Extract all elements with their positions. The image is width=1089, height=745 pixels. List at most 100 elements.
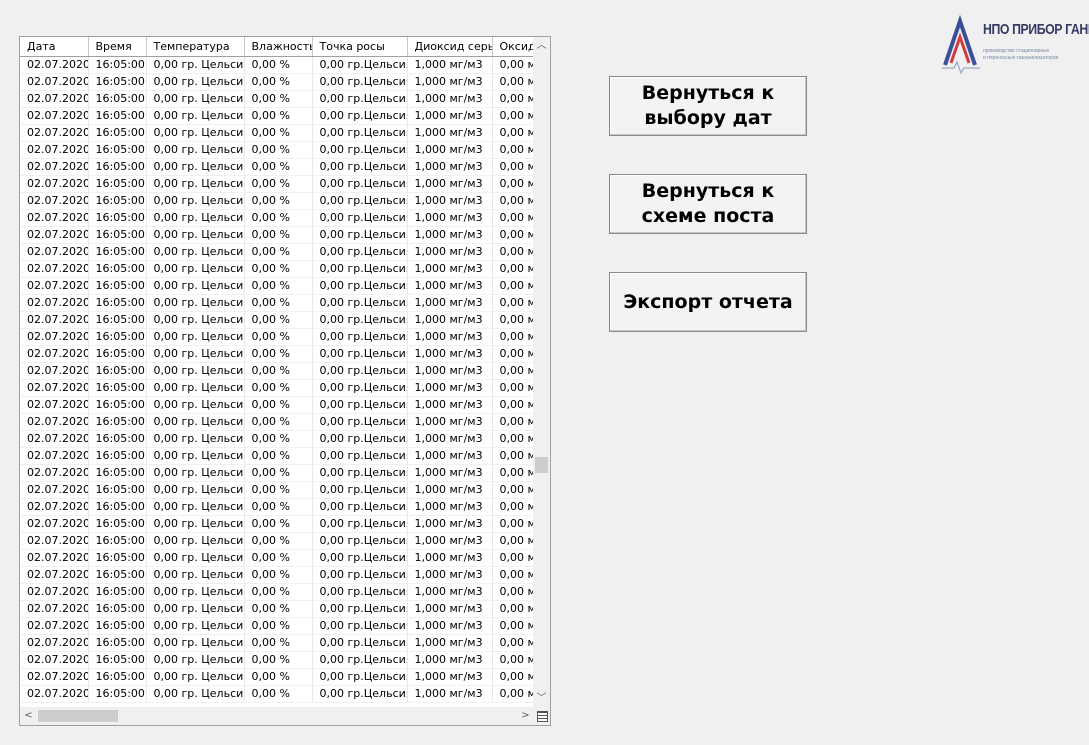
cell-oxide: 0,00 мг: [492, 175, 534, 193]
chevron-left-icon[interactable]: <: [20, 707, 37, 725]
cell-humidity: 0,00 %: [244, 532, 313, 550]
chevron-down-icon[interactable]: ﹀: [533, 690, 550, 707]
table-row[interactable]: 02.07.2020 16:05:00 0,00 гр. Цельсия 0,00 %…: [20, 141, 534, 159]
table-row[interactable]: 02.07.2020 16:05:00 0,00 гр. Цельсия 0,00 %…: [20, 277, 534, 295]
table-row[interactable]: 02.07.2020 16:05:00 0,00 гр. Цельсия 0,00 %…: [20, 294, 534, 312]
table-row[interactable]: 02.07.2020 16:05:00 0,00 гр. Цельсия 0,00 %…: [20, 498, 534, 516]
cell-dew-point: 0,00 гр.Цельсия: [312, 651, 408, 669]
logo-subtitle-line1: производство стационарных: [983, 48, 1050, 54]
table-row[interactable]: 02.07.2020 16:05:00 0,00 гр. Цельсия 0,00 %…: [20, 175, 534, 193]
table-row[interactable]: 02.07.2020 16:05:00 0,00 гр. Цельсия 0,00 %…: [20, 413, 534, 431]
table-row[interactable]: 02.07.2020 16:05:00 0,00 гр. Цельсия 0,00 %…: [20, 515, 534, 533]
table-row[interactable]: 02.07.2020 16:05:00 0,00 гр. Цельсия 0,00 %…: [20, 362, 534, 380]
table-row[interactable]: 02.07.2020 16:05:00 0,00 гр. Цельсия 0,00 %…: [20, 311, 534, 329]
cell-date: 02.07.2020: [20, 277, 89, 295]
grid-corner[interactable]: [534, 707, 550, 725]
table-row[interactable]: 02.07.2020 16:05:00 0,00 гр. Цельсия 0,00 %…: [20, 379, 534, 397]
back-to-scheme-button[interactable]: Вернуться к схеме поста: [609, 174, 807, 234]
cell-sulfur-dioxide: 1,000 мг/м3: [407, 498, 493, 516]
cell-humidity: 0,00 %: [244, 141, 313, 159]
table-row[interactable]: 02.07.2020 16:05:00 0,00 гр. Цельсия 0,00 %…: [20, 617, 534, 635]
table-row[interactable]: 02.07.2020 16:05:00 0,00 гр. Цельсия 0,00 %…: [20, 90, 534, 108]
table-row[interactable]: 02.07.2020 16:05:00 0,00 гр. Цельсия 0,00 %…: [20, 430, 534, 448]
horizontal-scroll-thumb[interactable]: [38, 710, 118, 722]
cell-time: 16:05:00: [88, 260, 147, 278]
table-row[interactable]: 02.07.2020 16:05:00 0,00 гр. Цельсия 0,00 %…: [20, 600, 534, 618]
chevron-right-icon[interactable]: >: [517, 707, 534, 725]
cell-temperature: 0,00 гр. Цельсия: [146, 481, 245, 499]
column-header-date[interactable]: Дата: [20, 37, 89, 57]
cell-temperature: 0,00 гр. Цельсия: [146, 226, 245, 244]
cell-humidity: 0,00 %: [244, 73, 313, 91]
table-row[interactable]: 02.07.2020 16:05:00 0,00 гр. Цельсия 0,00 %…: [20, 447, 534, 465]
table-row[interactable]: 02.07.2020 16:05:00 0,00 гр. Цельсия 0,00 %…: [20, 634, 534, 652]
cell-time: 16:05:00: [88, 464, 147, 482]
column-header-sulfur-dioxide[interactable]: Диоксид серы: [407, 37, 493, 57]
table-row[interactable]: 02.07.2020 16:05:00 0,00 гр. Цельсия 0,00 %…: [20, 158, 534, 176]
cell-humidity: 0,00 %: [244, 328, 313, 346]
cell-humidity: 0,00 %: [244, 447, 313, 465]
table-row[interactable]: 02.07.2020 16:05:00 0,00 гр. Цельсия 0,00 %…: [20, 226, 534, 244]
back-to-dates-button[interactable]: Вернуться к выбору дат: [609, 76, 807, 136]
cell-oxide: 0,00 мг: [492, 600, 534, 618]
cell-humidity: 0,00 %: [244, 294, 313, 312]
table-row[interactable]: 02.07.2020 16:05:00 0,00 гр. Цельсия 0,00 %…: [20, 107, 534, 125]
cell-sulfur-dioxide: 1,000 мг/м3: [407, 158, 493, 176]
cell-dew-point: 0,00 гр.Цельсия: [312, 175, 408, 193]
table-row[interactable]: 02.07.2020 16:05:00 0,00 гр. Цельсия 0,00 %…: [20, 583, 534, 601]
cell-date: 02.07.2020: [20, 566, 89, 584]
table-row[interactable]: 02.07.2020 16:05:00 0,00 гр. Цельсия 0,00 %…: [20, 243, 534, 261]
table-row[interactable]: 02.07.2020 16:05:00 0,00 гр. Цельсия 0,00 %…: [20, 549, 534, 567]
export-report-button[interactable]: Экспорт отчета: [609, 272, 807, 332]
horizontal-scrollbar[interactable]: < >: [20, 707, 534, 725]
cell-sulfur-dioxide: 1,000 мг/м3: [407, 396, 493, 414]
cell-humidity: 0,00 %: [244, 345, 313, 363]
column-header-temperature[interactable]: Температура: [146, 37, 245, 57]
column-header-time[interactable]: Время: [88, 37, 147, 57]
table-row[interactable]: 02.07.2020 16:05:00 0,00 гр. Цельсия 0,00 %…: [20, 464, 534, 482]
cell-sulfur-dioxide: 1,000 мг/м3: [407, 90, 493, 108]
table-row[interactable]: 02.07.2020 16:05:00 0,00 гр. Цельсия 0,00 %…: [20, 532, 534, 550]
cell-time: 16:05:00: [88, 243, 147, 261]
chevron-up-icon[interactable]: ︿: [533, 37, 550, 54]
table-row[interactable]: 02.07.2020 16:05:00 0,00 гр. Цельсия 0,00 %…: [20, 209, 534, 227]
table-row[interactable]: 02.07.2020 16:05:00 0,00 гр. Цельсия 0,00 %…: [20, 192, 534, 210]
table-row[interactable]: 02.07.2020 16:05:00 0,00 гр. Цельсия 0,00 %…: [20, 685, 534, 703]
cell-sulfur-dioxide: 1,000 мг/м3: [407, 311, 493, 329]
vertical-scrollbar[interactable]: ︿ ﹀: [533, 37, 550, 707]
grid-viewport[interactable]: Дата Время Температура Влажность Точка р…: [20, 37, 534, 707]
table-row[interactable]: 02.07.2020 16:05:00 0,00 гр. Цельсия 0,00 %…: [20, 260, 534, 278]
cell-oxide: 0,00 мг: [492, 158, 534, 176]
cell-dew-point: 0,00 гр.Цельсия: [312, 617, 408, 635]
column-header-oxide[interactable]: Оксид: [492, 37, 534, 57]
table-row[interactable]: 02.07.2020 16:05:00 0,00 гр. Цельсия 0,00 %…: [20, 328, 534, 346]
table-row[interactable]: 02.07.2020 16:05:00 0,00 гр. Цельсия 0,00 %…: [20, 56, 534, 74]
cell-temperature: 0,00 гр. Цельсия: [146, 277, 245, 295]
cell-humidity: 0,00 %: [244, 549, 313, 567]
table-row[interactable]: 02.07.2020 16:05:00 0,00 гр. Цельсия 0,00 %…: [20, 668, 534, 686]
table-row[interactable]: 02.07.2020 16:05:00 0,00 гр. Цельсия 0,00 %…: [20, 345, 534, 363]
measurements-table: Дата Время Температура Влажность Точка р…: [20, 37, 534, 703]
cell-oxide: 0,00 мг: [492, 56, 534, 74]
table-row[interactable]: 02.07.2020 16:05:00 0,00 гр. Цельсия 0,00 %…: [20, 651, 534, 669]
cell-dew-point: 0,00 гр.Цельсия: [312, 668, 408, 686]
column-header-dew-point[interactable]: Точка росы: [312, 37, 408, 57]
table-row[interactable]: 02.07.2020 16:05:00 0,00 гр. Цельсия 0,00 %…: [20, 396, 534, 414]
data-grid[interactable]: Дата Время Температура Влажность Точка р…: [19, 36, 551, 726]
table-row[interactable]: 02.07.2020 16:05:00 0,00 гр. Цельсия 0,00 %…: [20, 73, 534, 91]
cell-dew-point: 0,00 гр.Цельсия: [312, 396, 408, 414]
column-header-humidity[interactable]: Влажность: [244, 37, 313, 57]
cell-humidity: 0,00 %: [244, 668, 313, 686]
cell-humidity: 0,00 %: [244, 362, 313, 380]
table-row[interactable]: 02.07.2020 16:05:00 0,00 гр. Цельсия 0,00 %…: [20, 566, 534, 584]
vertical-scroll-thumb[interactable]: [535, 457, 548, 473]
cell-date: 02.07.2020: [20, 498, 89, 516]
table-row[interactable]: 02.07.2020 16:05:00 0,00 гр. Цельсия 0,00 %…: [20, 124, 534, 142]
cell-humidity: 0,00 %: [244, 124, 313, 142]
cell-dew-point: 0,00 гр.Цельсия: [312, 379, 408, 397]
cell-temperature: 0,00 гр. Цельсия: [146, 532, 245, 550]
grid-options-icon[interactable]: [537, 711, 548, 722]
cell-time: 16:05:00: [88, 617, 147, 635]
cell-sulfur-dioxide: 1,000 мг/м3: [407, 566, 493, 584]
table-row[interactable]: 02.07.2020 16:05:00 0,00 гр. Цельсия 0,00 %…: [20, 481, 534, 499]
